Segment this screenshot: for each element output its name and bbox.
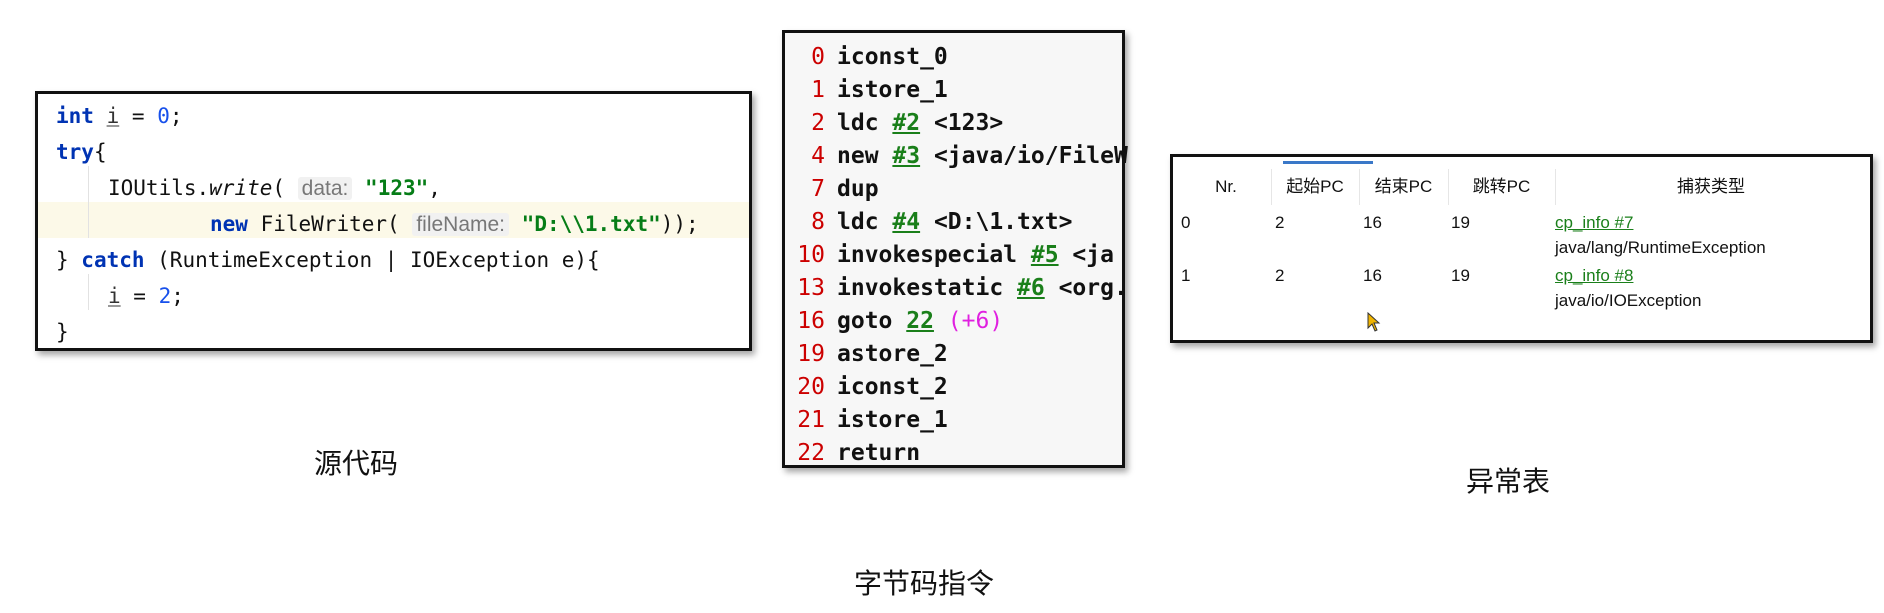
pc-offset: 21 (797, 407, 825, 433)
cell-start: 2 (1275, 266, 1285, 285)
source-code-panel: int i = 0; try{ IOUtils.write( data: "12… (35, 91, 752, 351)
constant-ref-link[interactable]: #3 (892, 143, 920, 169)
cell-handler: 19 (1451, 213, 1470, 232)
opcode: istore_1 (837, 407, 948, 433)
column-resize-indicator (1283, 161, 1373, 164)
opcode: goto (837, 308, 907, 334)
pc-offset: 19 (797, 341, 825, 367)
mouse-cursor-icon (1367, 312, 1381, 332)
opcode: iconst_0 (837, 44, 948, 70)
header-end-pc[interactable]: 结束PC (1359, 169, 1449, 205)
bytecode-line: 10 invokespecial #5 <ja (785, 239, 1114, 272)
cell-nr: 1 (1181, 266, 1191, 285)
opcode: iconst_2 (837, 374, 948, 400)
bytecode-line: 22 return (785, 437, 920, 470)
bytecode-line: 13 invokestatic #6 <org. (785, 272, 1128, 305)
indent-guide (88, 274, 89, 310)
opcode: return (837, 440, 921, 466)
bytecode-line: 2 ldc #2 <123> (785, 107, 1003, 140)
bytecode-line: 4 new #3 <java/io/FileW (785, 140, 1128, 173)
code-line: new FileWriter( fileName: "D:\\1.txt")); (210, 212, 699, 236)
constant-ref-link[interactable]: #4 (892, 209, 920, 235)
opcode: invokespecial (837, 242, 1031, 268)
header-catch-type[interactable]: 捕获类型 (1555, 169, 1867, 205)
pc-offset: 7 (811, 176, 825, 202)
bytecode-line: 7 dup (785, 173, 879, 206)
pc-offset: 8 (811, 209, 825, 235)
operand: <D:\1.txt> (920, 209, 1073, 235)
cp-info-link[interactable]: cp_info #7 (1555, 213, 1633, 233)
code-line: } catch (RuntimeException | IOException … (56, 248, 600, 272)
pc-offset: 10 (797, 242, 825, 268)
cell-start: 2 (1275, 213, 1285, 232)
pc-offset: 22 (797, 440, 825, 466)
pc-offset: 2 (811, 110, 825, 136)
opcode: istore_1 (837, 77, 948, 103)
constant-ref-link[interactable]: 22 (906, 308, 934, 334)
opcode: new (837, 143, 893, 169)
bytecode-line: 21 istore_1 (785, 404, 948, 437)
constant-ref-link[interactable]: #6 (1017, 275, 1045, 301)
pc-offset: 16 (797, 308, 825, 334)
operand: <org. (1044, 275, 1128, 301)
param-hint: fileName: (412, 213, 510, 236)
bytecode-line: 1 istore_1 (785, 74, 948, 107)
opcode: invokestatic (837, 275, 1018, 301)
bytecode-line: 16 goto 22 (+6) (785, 305, 1003, 338)
header-start-pc[interactable]: 起始PC (1271, 169, 1360, 205)
operand: <ja (1058, 242, 1114, 268)
operand: <java/io/FileW (920, 143, 1128, 169)
pc-offset: 1 (811, 77, 825, 103)
bytecode-line: 20 iconst_2 (785, 371, 948, 404)
cell-nr: 0 (1181, 213, 1191, 232)
code-line: IOUtils.write( data: "123", (108, 176, 441, 200)
cell-end: 16 (1363, 213, 1382, 232)
code-line: try{ (56, 140, 107, 164)
jump-offset: (+6) (933, 308, 1004, 334)
opcode: ldc (837, 209, 893, 235)
bytecode-line: 0 iconst_0 (785, 41, 948, 74)
code-line: int i = 0; (56, 104, 183, 128)
cp-info-link[interactable]: cp_info #8 (1555, 266, 1633, 286)
opcode: ldc (837, 110, 893, 136)
cell-end: 16 (1363, 266, 1382, 285)
source-code-caption: 源代码 (314, 447, 399, 480)
constant-ref-link[interactable]: #5 (1031, 242, 1059, 268)
header-handler-pc[interactable]: 跳转PC (1448, 169, 1556, 205)
opcode: dup (837, 176, 879, 202)
cell-handler: 19 (1451, 266, 1470, 285)
constant-ref-link[interactable]: #2 (892, 110, 920, 136)
cell-catch-type: java/io/IOException (1555, 291, 1702, 310)
operand: <123> (920, 110, 1004, 136)
pc-offset: 13 (797, 275, 825, 301)
pc-offset: 4 (811, 143, 825, 169)
opcode: astore_2 (837, 341, 948, 367)
indent-guide (88, 166, 89, 238)
bytecode-line: 19 astore_2 (785, 338, 948, 371)
bytecode-caption: 字节码指令 (854, 567, 995, 600)
cell-catch-type: java/lang/RuntimeException (1555, 238, 1766, 257)
pc-offset: 20 (797, 374, 825, 400)
pc-offset: 0 (811, 44, 825, 70)
header-nr[interactable]: Nr. (1181, 169, 1272, 205)
param-hint: data: (297, 177, 353, 200)
exception-table: Nr. 起始PC 结束PC 跳转PC 捕获类型 0 2 16 19 cp_info #7… (1170, 154, 1873, 343)
bytecode-line: 8 ldc #4 <D:\1.txt> (785, 206, 1072, 239)
exception-table-caption: 异常表 (1466, 465, 1551, 498)
code-line: i = 2; (108, 284, 184, 308)
bytecode-panel: 0 iconst_0 1 istore_1 2 ldc #2 <123> 4 new #3 <… (782, 30, 1128, 470)
code-line: } (56, 320, 69, 344)
